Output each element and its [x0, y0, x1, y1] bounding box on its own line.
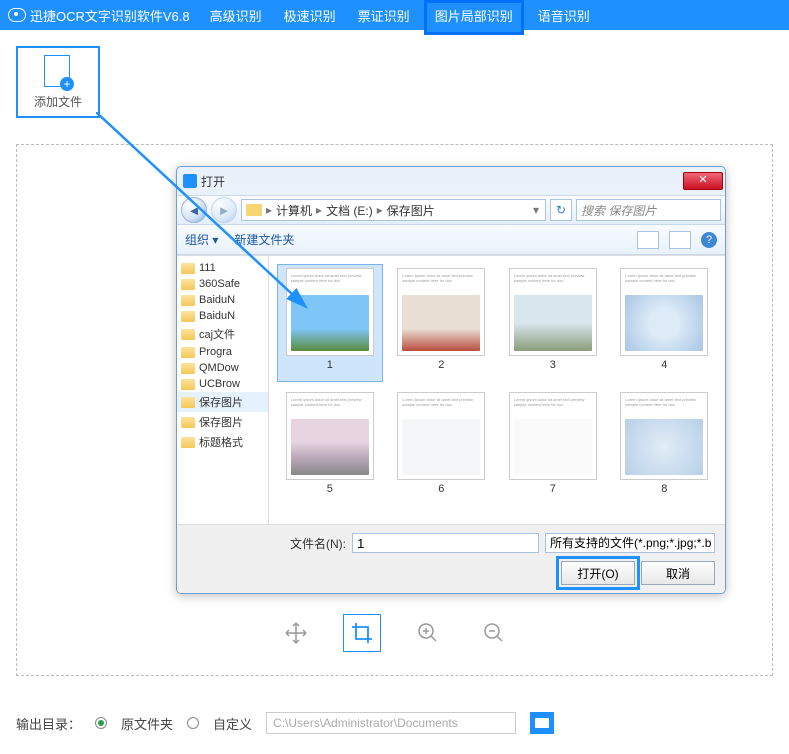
folder-tree[interactable]: 111360SafeBaiduNBaiduNcaj文件PrograQMDowUC…	[177, 256, 269, 524]
file-thumbnail: Lorem ipsum dolor sit amet text preview …	[620, 268, 708, 356]
sidebar-item[interactable]: QMDow	[177, 360, 268, 376]
folder-icon	[181, 311, 195, 322]
crop-tool[interactable]	[343, 614, 381, 652]
file-item[interactable]: Lorem ipsum dolor sit amet text preview …	[500, 264, 606, 382]
filetype-filter[interactable]: 所有支持的文件(*.png;*.jpg;*.b	[545, 533, 715, 553]
close-button[interactable]: ✕	[683, 172, 723, 190]
add-file-button[interactable]: 添加文件	[16, 46, 100, 118]
sidebar-item[interactable]: caj文件	[177, 324, 268, 344]
filename-input[interactable]	[352, 533, 539, 553]
nav-forward-button[interactable]: ►	[211, 197, 237, 223]
browse-button[interactable]	[530, 712, 554, 734]
app-logo: 迅捷OCR文字识别软件V6.8	[8, 6, 190, 25]
file-label: 4	[661, 359, 667, 371]
folder-icon	[181, 379, 195, 390]
sidebar-item[interactable]: 标题格式	[177, 432, 268, 452]
zoom-out-tool[interactable]	[475, 614, 513, 652]
cancel-button[interactable]: 取消	[641, 561, 715, 585]
sidebar-item[interactable]: BaiduN	[177, 292, 268, 308]
radio-custom-folder[interactable]	[187, 717, 199, 729]
file-item[interactable]: Lorem ipsum dolor sit amet text preview …	[277, 264, 383, 382]
view-mode-button[interactable]	[637, 231, 659, 249]
file-label: 5	[327, 483, 333, 495]
move-tool[interactable]	[277, 614, 315, 652]
file-thumbnail: Lorem ipsum dolor sit amet text preview …	[397, 392, 485, 480]
menu-voice[interactable]: 语音识别	[536, 6, 592, 25]
file-item[interactable]: Lorem ipsum dolor sit amet text preview …	[389, 264, 495, 382]
folder-icon	[181, 347, 195, 358]
add-file-icon	[44, 55, 72, 89]
refresh-button[interactable]: ↻	[550, 199, 572, 221]
new-folder-button[interactable]: 新建文件夹	[234, 231, 294, 248]
radio-original-folder[interactable]	[95, 717, 107, 729]
file-thumbnail: Lorem ipsum dolor sit amet text preview …	[509, 268, 597, 356]
sidebar-item[interactable]: BaiduN	[177, 308, 268, 324]
menu-advanced[interactable]: 高级识别	[208, 6, 264, 25]
file-item[interactable]: Lorem ipsum dolor sit amet text preview …	[277, 388, 383, 506]
sidebar-item[interactable]: 保存图片	[177, 412, 268, 432]
file-thumbnail: Lorem ipsum dolor sit amet text preview …	[509, 392, 597, 480]
app-title: 迅捷OCR文字识别软件V6.8	[30, 6, 190, 25]
dialog-navbar: ◄ ► ▸计算机 ▸文档 (E:) ▸保存图片 ▾ ↻ 搜索 保存图片	[177, 195, 725, 225]
file-label: 1	[327, 359, 333, 371]
filename-label: 文件名(N):	[290, 535, 346, 552]
sidebar-item[interactable]: 111	[177, 260, 268, 276]
nav-back-button[interactable]: ◄	[181, 197, 207, 223]
file-thumbnail: Lorem ipsum dolor sit amet text preview …	[286, 392, 374, 480]
folder-icon	[535, 718, 549, 728]
file-browser: 111360SafeBaiduNBaiduNcaj文件PrograQMDowUC…	[177, 255, 725, 524]
output-path-input[interactable]	[266, 712, 516, 734]
file-item[interactable]: Lorem ipsum dolor sit amet text preview …	[612, 388, 718, 506]
sidebar-item[interactable]: 360Safe	[177, 276, 268, 292]
image-tools	[0, 614, 789, 652]
file-label: 2	[438, 359, 444, 371]
folder-icon	[181, 397, 195, 408]
logo-icon	[8, 8, 26, 22]
file-item[interactable]: Lorem ipsum dolor sit amet text preview …	[612, 264, 718, 382]
help-icon[interactable]: ?	[701, 232, 717, 248]
folder-icon	[181, 263, 195, 274]
open-file-dialog: 打开 ✕ ◄ ► ▸计算机 ▸文档 (E:) ▸保存图片 ▾ ↻ 搜索 保存图片…	[176, 166, 726, 594]
folder-icon	[181, 295, 195, 306]
zoom-in-tool[interactable]	[409, 614, 447, 652]
file-thumbnail: Lorem ipsum dolor sit amet text preview …	[397, 268, 485, 356]
add-file-label: 添加文件	[34, 93, 82, 110]
folder-icon	[181, 437, 195, 448]
preview-pane-button[interactable]	[669, 231, 691, 249]
dialog-footer: 文件名(N): 所有支持的文件(*.png;*.jpg;*.b 打开(O) 取消	[177, 524, 725, 593]
file-label: 3	[550, 359, 556, 371]
organize-menu[interactable]: 组织 ▾	[185, 231, 218, 248]
folder-icon	[181, 279, 195, 290]
sidebar-item[interactable]: 保存图片	[177, 392, 268, 412]
folder-icon	[181, 417, 195, 428]
sidebar-item[interactable]: UCBrow	[177, 376, 268, 392]
dialog-toolbar: 组织 ▾ 新建文件夹 ?	[177, 225, 725, 255]
menubar: 迅捷OCR文字识别软件V6.8 高级识别 极速识别 票证识别 图片局部识别 语音…	[0, 0, 789, 30]
menu-ticket[interactable]: 票证识别	[356, 6, 412, 25]
folder-icon	[246, 204, 262, 216]
dialog-titlebar: 打开 ✕	[177, 167, 725, 195]
file-grid[interactable]: Lorem ipsum dolor sit amet text preview …	[269, 256, 725, 524]
file-label: 6	[438, 483, 444, 495]
sidebar-item[interactable]: Progra	[177, 344, 268, 360]
breadcrumb[interactable]: ▸计算机 ▸文档 (E:) ▸保存图片 ▾	[241, 199, 546, 221]
dialog-icon	[183, 174, 197, 188]
file-label: 8	[661, 483, 667, 495]
menu-partial-image[interactable]: 图片局部识别	[424, 0, 524, 35]
file-item[interactable]: Lorem ipsum dolor sit amet text preview …	[389, 388, 495, 506]
open-button[interactable]: 打开(O)	[561, 561, 635, 585]
output-label: 输出目录：	[16, 714, 81, 733]
folder-icon	[181, 363, 195, 374]
file-thumbnail: Lorem ipsum dolor sit amet text preview …	[620, 392, 708, 480]
output-directory-row: 输出目录： 原文件夹 自定义	[16, 712, 554, 734]
dialog-title: 打开	[201, 173, 225, 190]
file-label: 7	[550, 483, 556, 495]
folder-icon	[181, 329, 195, 340]
search-input[interactable]: 搜索 保存图片	[576, 199, 721, 221]
menu-fast[interactable]: 极速识别	[282, 6, 338, 25]
file-item[interactable]: Lorem ipsum dolor sit amet text preview …	[500, 388, 606, 506]
file-thumbnail: Lorem ipsum dolor sit amet text preview …	[286, 268, 374, 356]
